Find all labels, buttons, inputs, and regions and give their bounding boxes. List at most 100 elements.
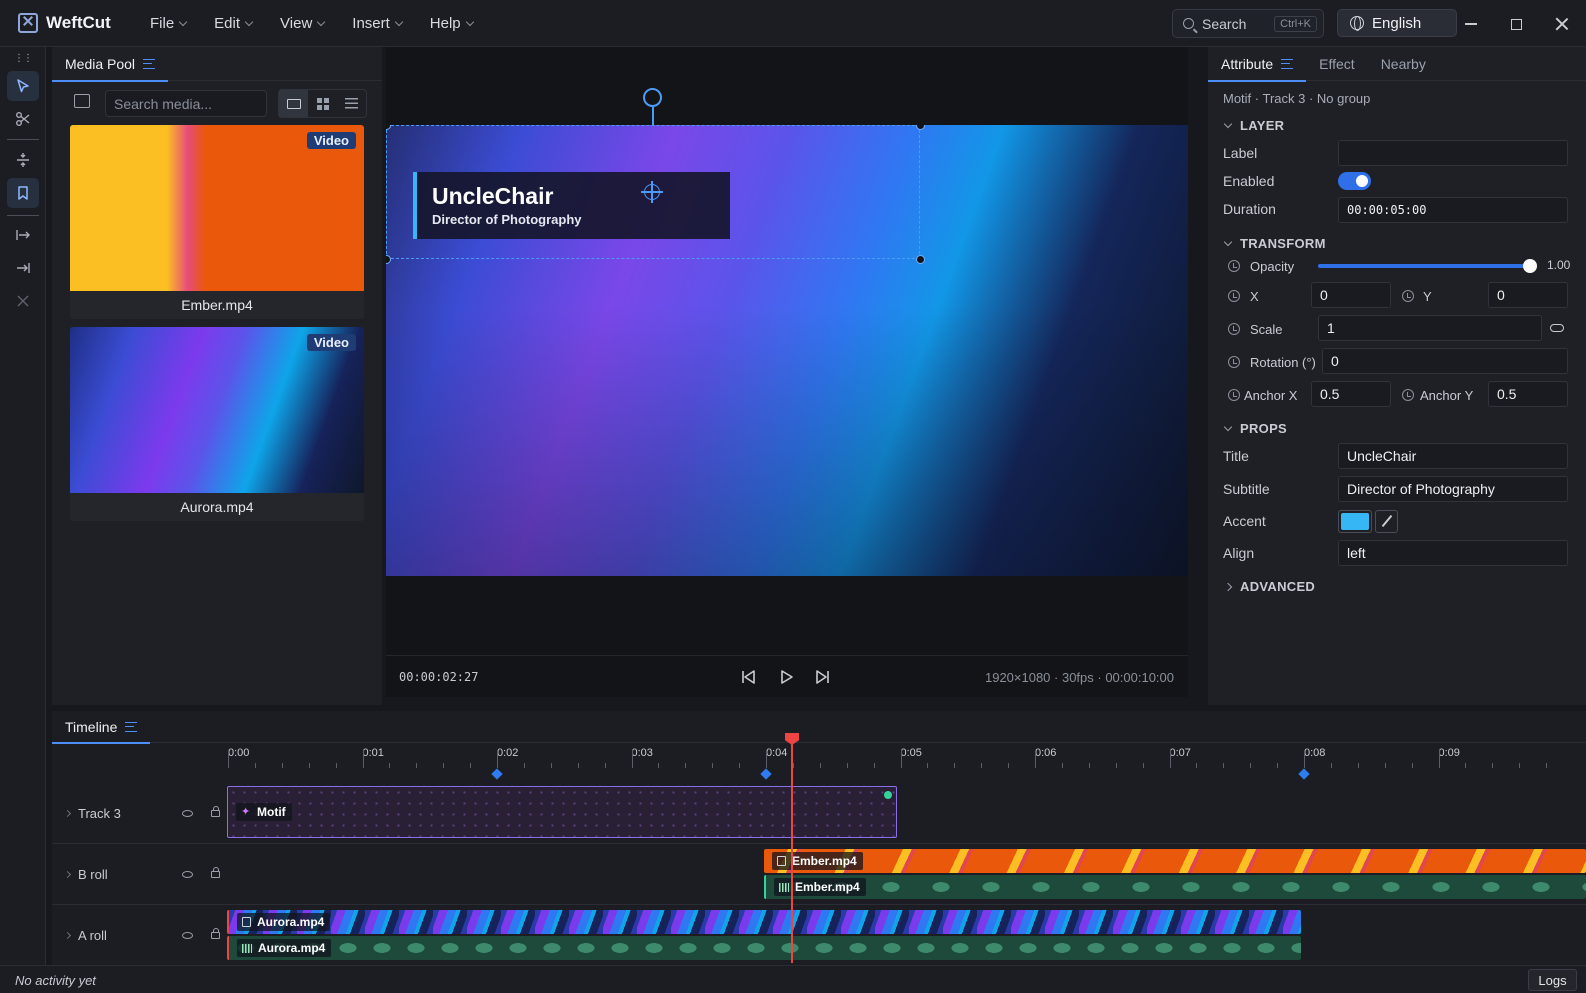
clip-label: Aurora.mp4 <box>237 939 332 957</box>
track-lane-track-3[interactable]: ✦ Motif <box>226 784 1586 844</box>
chevron-right-icon[interactable] <box>63 870 72 878</box>
view-list-button[interactable] <box>337 90 366 117</box>
logs-button[interactable]: Logs <box>1528 969 1577 991</box>
clip-label: Ember.mp4 <box>772 852 863 870</box>
subtitle-prop-field[interactable]: Director of Photography <box>1338 476 1568 502</box>
clip-ember-audio[interactable]: Ember.mp4 <box>764 875 1586 899</box>
menu-edit[interactable]: Edit <box>200 0 266 47</box>
ruler-tick-label: 0:02 <box>497 747 519 759</box>
eye-icon[interactable] <box>182 870 193 878</box>
skip-back-button[interactable] <box>739 668 757 686</box>
eye-icon[interactable] <box>182 931 193 939</box>
split-tool[interactable] <box>7 145 39 175</box>
anchor-y-field[interactable]: 0.5 <box>1488 381 1568 407</box>
view-single-button[interactable] <box>279 90 308 117</box>
eyedropper-button[interactable] <box>1375 510 1398 533</box>
menu-insert[interactable]: Insert <box>338 0 416 47</box>
view-grid-button[interactable] <box>308 90 337 117</box>
section-layer-header[interactable]: LAYER <box>1223 118 1284 133</box>
tab-timeline[interactable]: Timeline <box>52 711 151 744</box>
panel-menu-icon[interactable] <box>143 58 156 69</box>
marker-tool[interactable] <box>7 178 39 208</box>
keyframe-clock-icon[interactable] <box>1228 290 1240 302</box>
timeline-marker-icon[interactable] <box>1298 768 1310 780</box>
menu-file[interactable]: File <box>136 0 200 47</box>
razor-tool[interactable] <box>7 104 39 134</box>
rotation-field[interactable]: 0 <box>1322 348 1568 374</box>
media-item-aurora[interactable]: Video Aurora.mp4 <box>70 327 364 521</box>
accent-color-fill <box>1341 513 1369 530</box>
timeline-marker-icon[interactable] <box>491 768 503 780</box>
y-field[interactable]: 0 <box>1488 282 1568 308</box>
keyframe-clock-icon[interactable] <box>1402 389 1414 401</box>
section-props-header[interactable]: PROPS <box>1223 421 1287 436</box>
section-transform-header[interactable]: TRANSFORM <box>1223 236 1326 251</box>
panel-menu-icon[interactable] <box>125 721 138 732</box>
clip-ember-video[interactable]: Ember.mp4 <box>764 849 1586 873</box>
chevron-right-icon[interactable] <box>63 809 72 818</box>
import-folder-icon[interactable] <box>74 94 90 108</box>
media-search-input[interactable] <box>105 90 267 117</box>
resize-handle[interactable] <box>916 255 925 264</box>
time-ruler[interactable]: 0:00 0:01 0:02 0:03 0:04 0:05 0:06 0:07 0:08 0:09 <box>226 736 1586 780</box>
label-field[interactable] <box>1338 140 1568 166</box>
opacity-slider-thumb[interactable] <box>1523 259 1537 273</box>
language-button[interactable]: English <box>1337 9 1457 37</box>
go-to-out-tool[interactable] <box>7 253 39 283</box>
link-scale-icon[interactable] <box>1550 324 1564 332</box>
duration-field[interactable]: 00:00:05:00 <box>1338 197 1568 223</box>
enabled-toggle[interactable] <box>1338 172 1371 190</box>
scissors-icon <box>16 112 30 126</box>
maximize-button[interactable] <box>1504 12 1528 36</box>
skip-forward-button[interactable] <box>814 668 832 686</box>
scale-field[interactable]: 1 <box>1318 315 1542 341</box>
clip-aurora-audio[interactable]: Aurora.mp4 <box>227 936 1301 960</box>
close-button[interactable] <box>1550 12 1574 36</box>
resize-handle[interactable] <box>386 255 391 264</box>
resize-handle[interactable] <box>916 125 925 130</box>
anchor-crosshair-icon[interactable] <box>641 181 663 203</box>
align-prop-field[interactable]: left <box>1338 540 1568 566</box>
opacity-slider[interactable] <box>1318 259 1537 273</box>
select-tool[interactable] <box>7 71 39 101</box>
playhead[interactable] <box>785 733 799 963</box>
timeline-marker-icon[interactable] <box>760 768 772 780</box>
lock-icon[interactable] <box>211 866 220 878</box>
lock-icon[interactable] <box>211 806 220 817</box>
keyframe-clock-icon[interactable] <box>1402 290 1414 302</box>
anchor-x-field[interactable]: 0.5 <box>1311 381 1391 407</box>
tab-attribute[interactable]: Attribute <box>1208 47 1307 82</box>
chevron-right-icon[interactable] <box>63 931 72 939</box>
close-icon <box>1555 17 1569 31</box>
delete-tool[interactable] <box>7 286 39 316</box>
drag-handle-icon[interactable]: ⋮⋮ <box>7 51 39 65</box>
rotate-handle-icon[interactable] <box>643 88 662 107</box>
keyframe-clock-icon[interactable] <box>1228 260 1240 272</box>
preview-canvas[interactable]: UncleChair Director of Photography <box>386 125 1188 576</box>
keyframe-clock-icon[interactable] <box>1228 323 1240 335</box>
clip-motif[interactable]: ✦ Motif <box>227 786 897 838</box>
command-search[interactable]: Search Ctrl+K <box>1172 9 1324 38</box>
x-field[interactable]: 0 <box>1311 282 1391 308</box>
menu-view[interactable]: View <box>266 0 338 47</box>
keyframe-clock-icon[interactable] <box>1228 356 1240 368</box>
menu-help[interactable]: Help <box>416 0 487 47</box>
track-lane-b-roll[interactable]: Ember.mp4 Ember.mp4 <box>226 844 1586 905</box>
media-item-ember[interactable]: Video Ember.mp4 <box>70 125 364 319</box>
accent-color-swatch[interactable] <box>1338 510 1372 533</box>
go-to-in-tool[interactable] <box>7 220 39 250</box>
panel-menu-icon[interactable] <box>1281 58 1294 69</box>
ruler-minor-tick <box>1250 763 1252 768</box>
tab-media-pool[interactable]: Media Pool <box>52 47 169 82</box>
eye-icon[interactable] <box>182 810 193 817</box>
tab-nearby[interactable]: Nearby <box>1368 47 1439 81</box>
play-button[interactable] <box>777 668 795 686</box>
track-lane-a-roll[interactable]: Aurora.mp4 Aurora.mp4 <box>226 905 1586 965</box>
clip-aurora-video[interactable]: Aurora.mp4 <box>227 910 1301 934</box>
minimize-button[interactable] <box>1459 12 1483 36</box>
lock-icon[interactable] <box>211 927 220 939</box>
keyframe-clock-icon[interactable] <box>1228 389 1240 401</box>
title-prop-field[interactable]: UncleChair <box>1338 443 1568 469</box>
tab-effect[interactable]: Effect <box>1306 47 1368 81</box>
section-advanced-header[interactable]: ADVANCED <box>1223 579 1315 594</box>
